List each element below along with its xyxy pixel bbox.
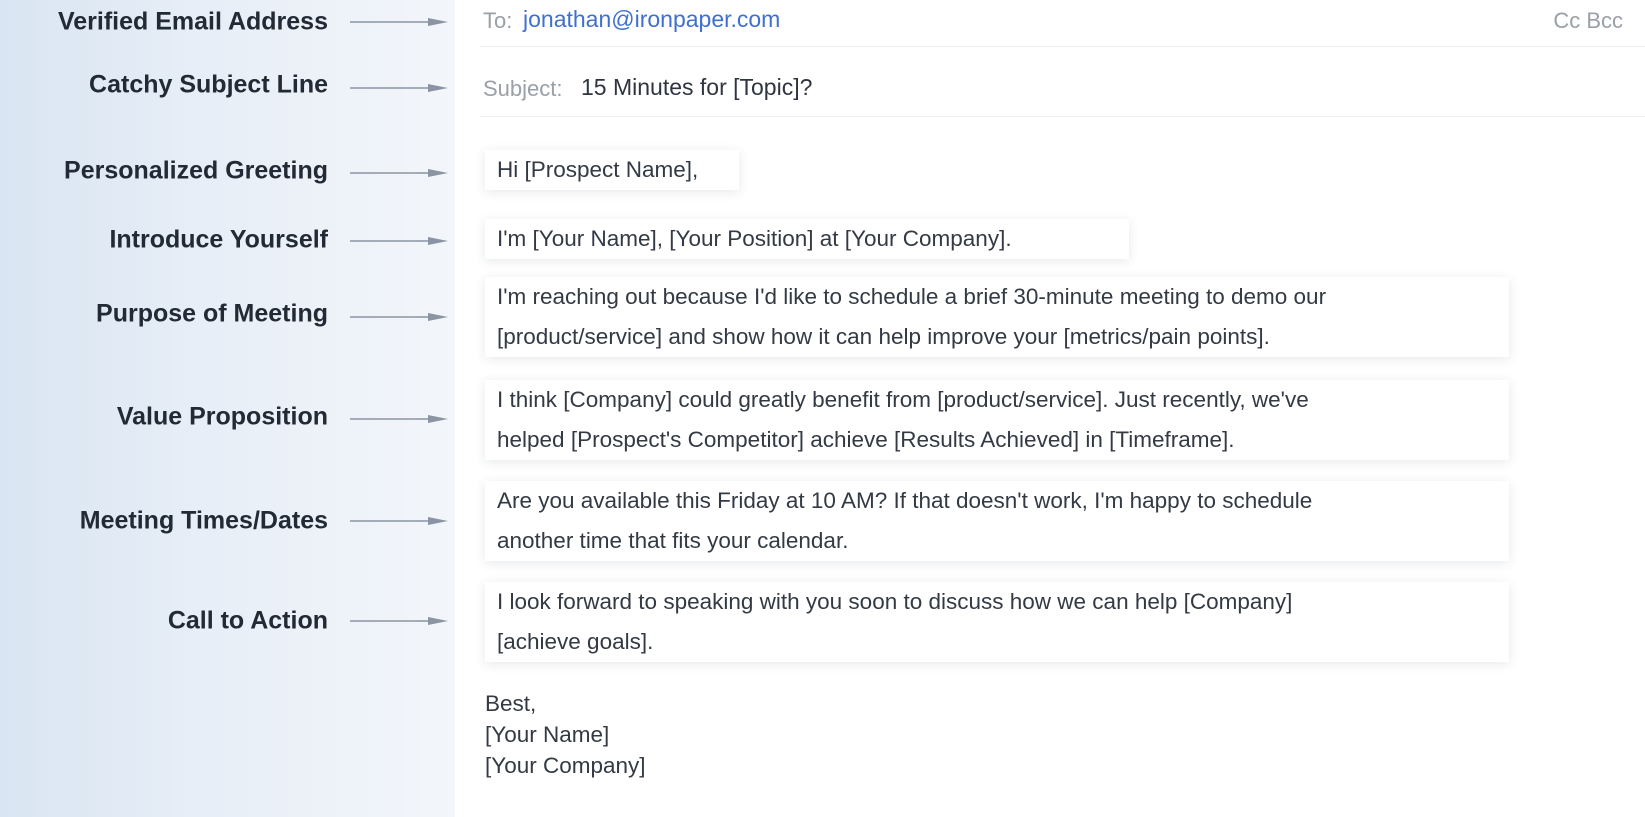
arrow-icon [350,616,448,626]
recipient-email[interactable]: jonathan@ironpaper.com [523,6,780,33]
label-call-to-action: Call to Action [167,606,328,635]
signature-block: Best, [Your Name] [Your Company] [485,688,646,781]
cta-block: I look forward to speaking with you soon… [485,582,1509,662]
signature-company: [Your Company] [485,753,646,778]
cta-line-2: [achieve goals]. [497,629,654,654]
to-field-row[interactable]: To: jonathan@ironpaper.com Cc Bcc [455,0,1645,44]
label-value-proposition: Value Proposition [116,402,328,431]
times-line-1: Are you available this Friday at 10 AM? … [497,488,1313,513]
arrow-icon [350,312,448,322]
arrow-icon [350,83,448,93]
value-line-2: helped [Prospect's Competitor] achieve [… [497,427,1235,452]
cta-line-1: I look forward to speaking with you soon… [497,589,1293,614]
subject-field-row[interactable]: Subject: 15 Minutes for [Topic]? [455,68,1645,112]
arrow-icon [350,516,448,526]
greeting-text: Hi [Prospect Name], [497,157,699,182]
label-meeting-times: Meeting Times/Dates [79,506,328,535]
intro-text: I'm [Your Name], [Your Position] at [You… [497,226,1012,251]
divider [480,46,1645,47]
value-line-1: I think [Company] could greatly benefit … [497,387,1309,412]
to-label: To: [483,8,513,33]
times-block: Are you available this Friday at 10 AM? … [485,481,1509,561]
subject-input[interactable]: 15 Minutes for [Topic]? [581,74,812,101]
label-greeting: Personalized Greeting [64,156,328,185]
value-block: I think [Company] could greatly benefit … [485,380,1509,460]
intro-block: I'm [Your Name], [Your Position] at [You… [485,219,1129,259]
arrow-icon [350,168,448,178]
cc-bcc-link[interactable]: Cc Bcc [1553,8,1623,34]
label-subject-line: Catchy Subject Line [89,70,328,99]
arrow-icon [350,17,448,27]
times-line-2: another time that fits your calendar. [497,528,849,553]
signature-name: [Your Name] [485,722,610,747]
label-verified-email: Verified Email Address [57,7,328,36]
divider [480,116,1645,117]
purpose-line-2: [product/service] and show how it can he… [497,324,1270,349]
arrow-icon [350,414,448,424]
purpose-block: I'm reaching out because I'd like to sch… [485,277,1509,357]
label-purpose: Purpose of Meeting [96,299,328,328]
subject-label: Subject: [483,76,563,101]
signature-closing: Best, [485,691,537,716]
purpose-line-1: I'm reaching out because I'd like to sch… [497,284,1327,309]
arrow-icon [350,236,448,246]
label-introduce-yourself: Introduce Yourself [109,225,328,254]
greeting-block: Hi [Prospect Name], [485,150,739,190]
